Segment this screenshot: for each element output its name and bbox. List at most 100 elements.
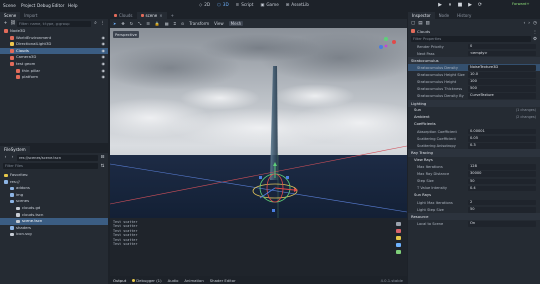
tab-inspector[interactable]: Inspector [408,12,435,19]
lock-icon[interactable]: 🔒 [155,21,160,26]
warning-filter-icon[interactable] [396,236,401,240]
menu-debug[interactable]: Debug [37,3,51,8]
scene-tree-item[interactable]: DirectionalLight3D ◉ [0,41,108,48]
visibility-icon[interactable]: ◉ [102,41,106,48]
fs-item[interactable]: addons [0,185,108,192]
toolbar-view[interactable]: View [214,21,224,26]
inspector-object-name[interactable]: Clouds [417,29,430,34]
tab-scene-file[interactable]: scene × [136,12,167,19]
property-value[interactable]: 2 [468,199,536,206]
fs-item[interactable]: icon.svg [0,231,108,238]
property-value[interactable]: 0 [468,43,536,50]
history-icon[interactable]: ◷ [533,21,537,26]
tab-shader-editor[interactable]: Shader Editor [210,278,236,283]
scene-tree-item[interactable]: Camera3D ◉ [0,54,108,61]
pause-icon[interactable]: ⏸ [447,2,453,8]
property-value[interactable]: 30000 [468,171,536,178]
select-tool-icon[interactable]: ➤ [113,21,116,26]
property-value[interactable]: 128 [468,164,536,170]
visibility-icon[interactable]: ◉ [102,48,106,55]
mode-assetlib[interactable]: ⊞ AssetLib [286,2,309,7]
back-icon[interactable]: ‹ [523,21,525,26]
property-value[interactable]: 0.4 [468,185,536,192]
inspector-section[interactable]: Lighting [408,99,540,107]
tab-output[interactable]: Output [113,278,126,283]
fs-item[interactable]: shaders [0,225,108,232]
inspector-filter-input[interactable]: Filter Properties [411,36,531,42]
visibility-icon[interactable]: ◉ [102,61,106,68]
tab-import[interactable]: Import [20,12,41,19]
fs-item[interactable]: scenes [0,198,108,205]
inspector-subsection[interactable]: Sun Rays [408,192,540,199]
property-value[interactable]: On [468,221,536,227]
3d-viewport[interactable]: Perspective [110,28,407,218]
scene-tree-item[interactable]: test geom ◉ [0,61,108,68]
inspector-section[interactable]: Ray Tracing [408,149,540,157]
menu-help[interactable]: Help [68,3,78,8]
menu-icon[interactable]: ⋮ [100,21,105,26]
property-value[interactable]: <empty> [468,50,536,57]
tab-history[interactable]: History [453,12,475,19]
editor-filter-icon[interactable] [396,250,401,254]
rotate-tool-icon[interactable]: ↻ [130,21,133,26]
inspector-section[interactable]: Resource [408,213,540,221]
sort-icon[interactable]: ⇅ [100,164,105,169]
settings-icon[interactable]: ⚙ [533,37,537,42]
property-value[interactable]: 0.05 [468,135,536,142]
fs-filter-input[interactable]: Filter Files [3,163,98,169]
inspector-section[interactable]: Stratocumulus [408,57,540,65]
mode-script[interactable]: ≡ Script [236,2,254,7]
mode-game[interactable]: ▣ Game [260,2,278,7]
group-icon[interactable]: ▦ [165,21,169,26]
property-value[interactable]: 10.0 [468,72,536,78]
close-icon[interactable]: × [159,12,162,19]
fs-path-field[interactable]: res://scenes/scene.tscn [17,154,98,161]
visibility-icon[interactable]: ◉ [102,68,106,75]
add-tab-icon[interactable]: + [167,12,178,19]
link-icon[interactable]: ⛓ [10,21,16,26]
property-value[interactable]: 500 [468,86,536,92]
play-scene-icon[interactable]: ▶ [467,2,473,8]
scene-filter-input[interactable]: Filter: name, t:type, g:group [17,20,91,27]
tab-clouds[interactable]: Clouds [110,12,137,19]
scene-tree-item[interactable]: Clouds ◉ [0,47,108,55]
add-node-icon[interactable]: + [3,21,8,26]
new-resource-icon[interactable]: ▢ [411,21,415,26]
tab-node[interactable]: Node [435,12,453,19]
inspector-subsection[interactable]: View Rays [408,157,540,164]
tab-scene[interactable]: Scene [0,12,21,19]
scene-tree-item[interactable]: thin pillar ◉ [0,68,108,75]
toolbar-transform[interactable]: Transform [189,21,209,26]
menu-scene[interactable]: Scene [3,3,16,8]
scene-tree-item[interactable]: Node3D [0,28,108,35]
property-value[interactable]: 0.00001 [468,128,536,135]
move-tool-icon[interactable]: ✥ [121,21,124,26]
visibility-icon[interactable]: ◉ [102,74,106,81]
scene-tree-item[interactable]: platform ◉ [0,74,108,81]
forward-icon[interactable]: › [528,21,530,26]
snap-icon[interactable]: ⌗ [174,21,176,26]
tab-audio[interactable]: Audio [168,278,179,283]
property-value[interactable]: CurveTexture [468,93,536,99]
renderer-select[interactable]: Forward+ [512,2,529,6]
inspector-subsection[interactable]: Coefficients [408,121,540,128]
message-filter-icon[interactable] [396,243,401,247]
search-icon[interactable]: ⌕ [93,21,98,26]
property-value[interactable]: 100 [468,79,536,85]
open-icon[interactable]: ▤ [418,21,422,26]
local-space-icon[interactable]: ⊙ [181,21,184,26]
perspective-button[interactable]: Perspective [113,31,139,38]
stop-icon[interactable]: ■ [457,2,463,8]
fs-item[interactable]: scene.tscn [0,218,108,225]
play-icon[interactable]: ▶ [437,2,443,8]
property-value[interactable]: 50 [468,178,536,185]
menu-project[interactable]: Project [21,3,35,8]
play-custom-icon[interactable]: ⟳ [477,2,483,8]
property-value[interactable]: 50 [468,206,536,213]
property-value[interactable]: NoiseTexture3D [468,65,536,71]
split-icon[interactable]: ⊟ [100,155,105,160]
object-menu-icon[interactable]: ⋮ [533,29,537,34]
toolbar-mesh[interactable]: Mesh [228,21,244,26]
fs-item[interactable]: clouds.gd [0,205,108,212]
clear-icon[interactable] [396,222,401,226]
